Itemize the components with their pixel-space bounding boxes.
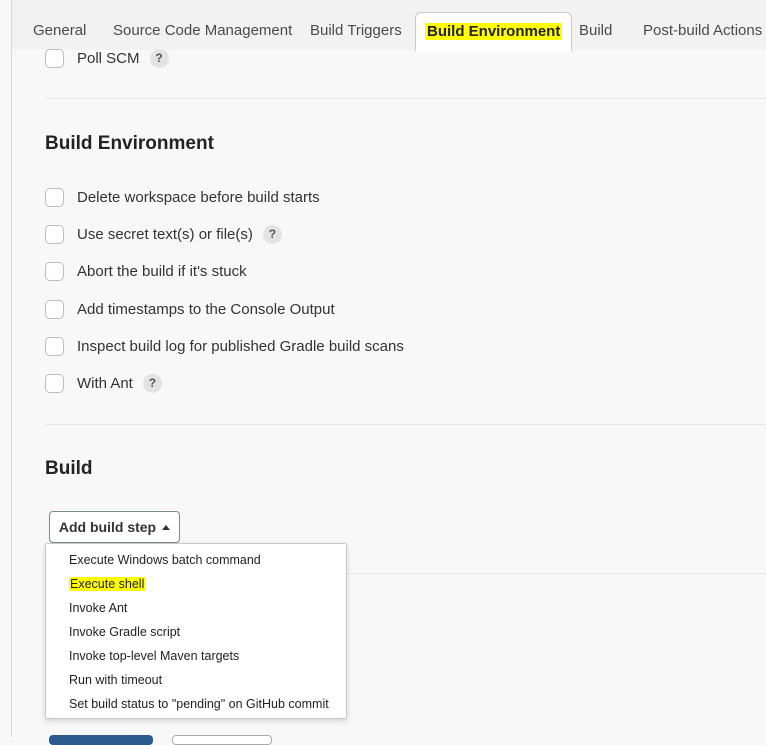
left-border (11, 0, 12, 737)
menu-item-invoke-maven[interactable]: Invoke top-level Maven targets (69, 649, 239, 663)
add-build-step-label: Add build step (58, 519, 157, 535)
section-divider (45, 98, 766, 99)
option-gradle-scans: Inspect build log for published Gradle b… (45, 335, 404, 357)
option-with-ant: With Ant ? (45, 372, 162, 394)
option-use-secret: Use secret text(s) or file(s) ? (45, 223, 282, 245)
menu-item-execute-windows-batch[interactable]: Execute Windows batch command (69, 553, 261, 567)
caret-up-icon (162, 524, 171, 530)
with-ant-help-icon[interactable]: ? (142, 373, 162, 393)
abort-stuck-label: Abort the build if it's stuck (77, 262, 247, 280)
add-timestamps-checkbox[interactable] (45, 299, 64, 319)
menu-item-execute-shell-label: Execute shell (69, 577, 146, 591)
tab-post-build-actions[interactable]: Post-build Actions (643, 12, 762, 50)
add-build-step-button[interactable]: Add build step (49, 511, 180, 543)
poll-scm-help-icon[interactable]: ? (149, 48, 169, 68)
tab-build-triggers[interactable]: Build Triggers (310, 12, 402, 50)
build-environment-title: Build Environment (45, 133, 214, 154)
menu-item-set-build-status[interactable]: Set build status to "pending" on GitHub … (69, 697, 329, 711)
gradle-scans-checkbox[interactable] (45, 336, 64, 356)
option-abort-stuck: Abort the build if it's stuck (45, 260, 247, 282)
tab-general[interactable]: General (33, 12, 86, 50)
use-secret-label: Use secret text(s) or file(s) (77, 225, 253, 243)
poll-scm-option: Poll SCM ? (45, 47, 169, 69)
use-secret-help-icon[interactable]: ? (262, 224, 282, 244)
gradle-scans-label: Inspect build log for published Gradle b… (77, 337, 404, 355)
tab-bar: General Source Code Management Build Tri… (12, 0, 766, 51)
menu-item-execute-shell[interactable]: Execute shell (69, 577, 146, 591)
delete-workspace-label: Delete workspace before build starts (77, 188, 320, 206)
build-title: Build (45, 458, 93, 479)
poll-scm-checkbox[interactable] (45, 48, 64, 68)
section-divider (346, 573, 766, 574)
tab-source-code-management[interactable]: Source Code Management (113, 12, 292, 50)
option-delete-workspace: Delete workspace before build starts (45, 186, 320, 208)
menu-item-invoke-gradle[interactable]: Invoke Gradle script (69, 625, 180, 639)
option-add-timestamps: Add timestamps to the Console Output (45, 298, 335, 320)
delete-workspace-checkbox[interactable] (45, 187, 64, 207)
tab-build[interactable]: Build (579, 12, 612, 50)
add-timestamps-label: Add timestamps to the Console Output (77, 300, 335, 318)
tab-build-environment-label: Build Environment (425, 23, 563, 40)
section-divider (45, 424, 766, 425)
poll-scm-label: Poll SCM (77, 49, 140, 67)
menu-item-invoke-ant[interactable]: Invoke Ant (69, 601, 127, 615)
menu-item-run-with-timeout[interactable]: Run with timeout (69, 673, 162, 687)
tab-build-environment[interactable]: Build Environment (415, 12, 573, 51)
abort-stuck-checkbox[interactable] (45, 261, 64, 281)
with-ant-checkbox[interactable] (45, 373, 64, 393)
use-secret-checkbox[interactable] (45, 224, 64, 244)
build-step-menu: Execute Windows batch command Execute sh… (45, 543, 347, 719)
with-ant-label: With Ant (77, 374, 133, 392)
